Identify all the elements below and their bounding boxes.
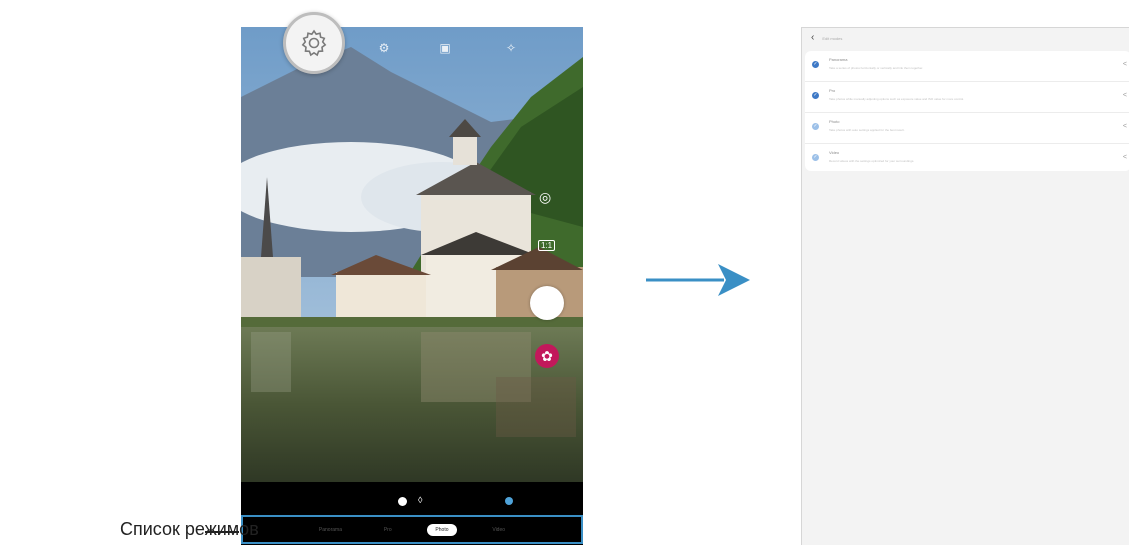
check-icon[interactable]: ✓ [812,154,819,161]
timer-icon[interactable]: ▣ [437,40,453,56]
mode-pro[interactable]: Pro [378,525,398,535]
edit-modes-header: ‹ Edit modes [802,28,1129,48]
shutter-button[interactable] [530,286,564,320]
list-item-description: Take photos while manually adjusting opt… [829,97,964,101]
back-icon[interactable]: ‹ [811,33,814,43]
callout-label: Список режимов [120,519,259,539]
mode-photo[interactable]: Photo [427,523,457,536]
list-item-label: Panorama [829,57,848,62]
list-item[interactable]: ✓ Pro Take photos while manually adjusti… [805,82,1129,113]
camera-viewfinder [241,27,583,482]
reorder-handle-icon[interactable]: < [1123,154,1127,161]
scene-optimizer-icon[interactable]: ◎ [539,189,551,206]
modes-list: ✓ Panorama Take a series of photos horiz… [805,51,1129,171]
check-icon[interactable]: ✓ [812,123,819,130]
landscape-photo [241,27,583,482]
reorder-handle-icon[interactable]: < [1123,61,1127,68]
flash-icon[interactable]: ⚙ [376,40,392,56]
mode-list: Panorama Pro Photo Video [241,515,583,544]
reorder-handle-icon[interactable]: < [1123,123,1127,130]
list-item-description: Take a series of photos horizontally or … [829,66,924,70]
reorder-handle-icon[interactable]: < [1123,92,1127,99]
list-item-description: Take photos with auto settings applied f… [829,128,905,132]
camera-screen [241,27,583,545]
zoom-icon[interactable] [398,497,407,506]
gallery-button[interactable]: ✿ [535,344,559,368]
edit-modes-screen: ‹ Edit modes ✓ Panorama Take a series of… [801,27,1129,545]
filter-icon[interactable]: ✧ [503,40,519,56]
list-item[interactable]: ✓ Photo Take photos with auto settings a… [805,113,1129,144]
list-item-label: Pro [829,88,836,93]
list-item[interactable]: ✓ Panorama Take a series of photos horiz… [805,51,1129,82]
settings-magnifier[interactable] [283,12,345,74]
ratio-icon[interactable]: 1:1 [538,240,556,251]
list-item-description: Record videos with the settings optimize… [829,159,915,163]
check-icon[interactable]: ✓ [812,61,819,68]
check-icon[interactable]: ✓ [812,92,819,99]
list-item-label: Video [829,150,840,155]
arrow-right-icon [646,264,750,296]
bottom-controls [241,482,583,514]
leaf-icon[interactable]: ◊ [418,495,422,505]
gear-icon [301,29,327,57]
page-title: Edit modes [822,35,843,41]
list-item[interactable]: ✓ Video Record videos with the settings … [805,144,1129,174]
callout-line [205,531,239,533]
mode-video[interactable]: Video [486,525,511,535]
mode-panorama[interactable]: Panorama [313,525,348,535]
switch-camera-button[interactable] [505,497,513,505]
list-item-label: Photo [829,119,840,124]
